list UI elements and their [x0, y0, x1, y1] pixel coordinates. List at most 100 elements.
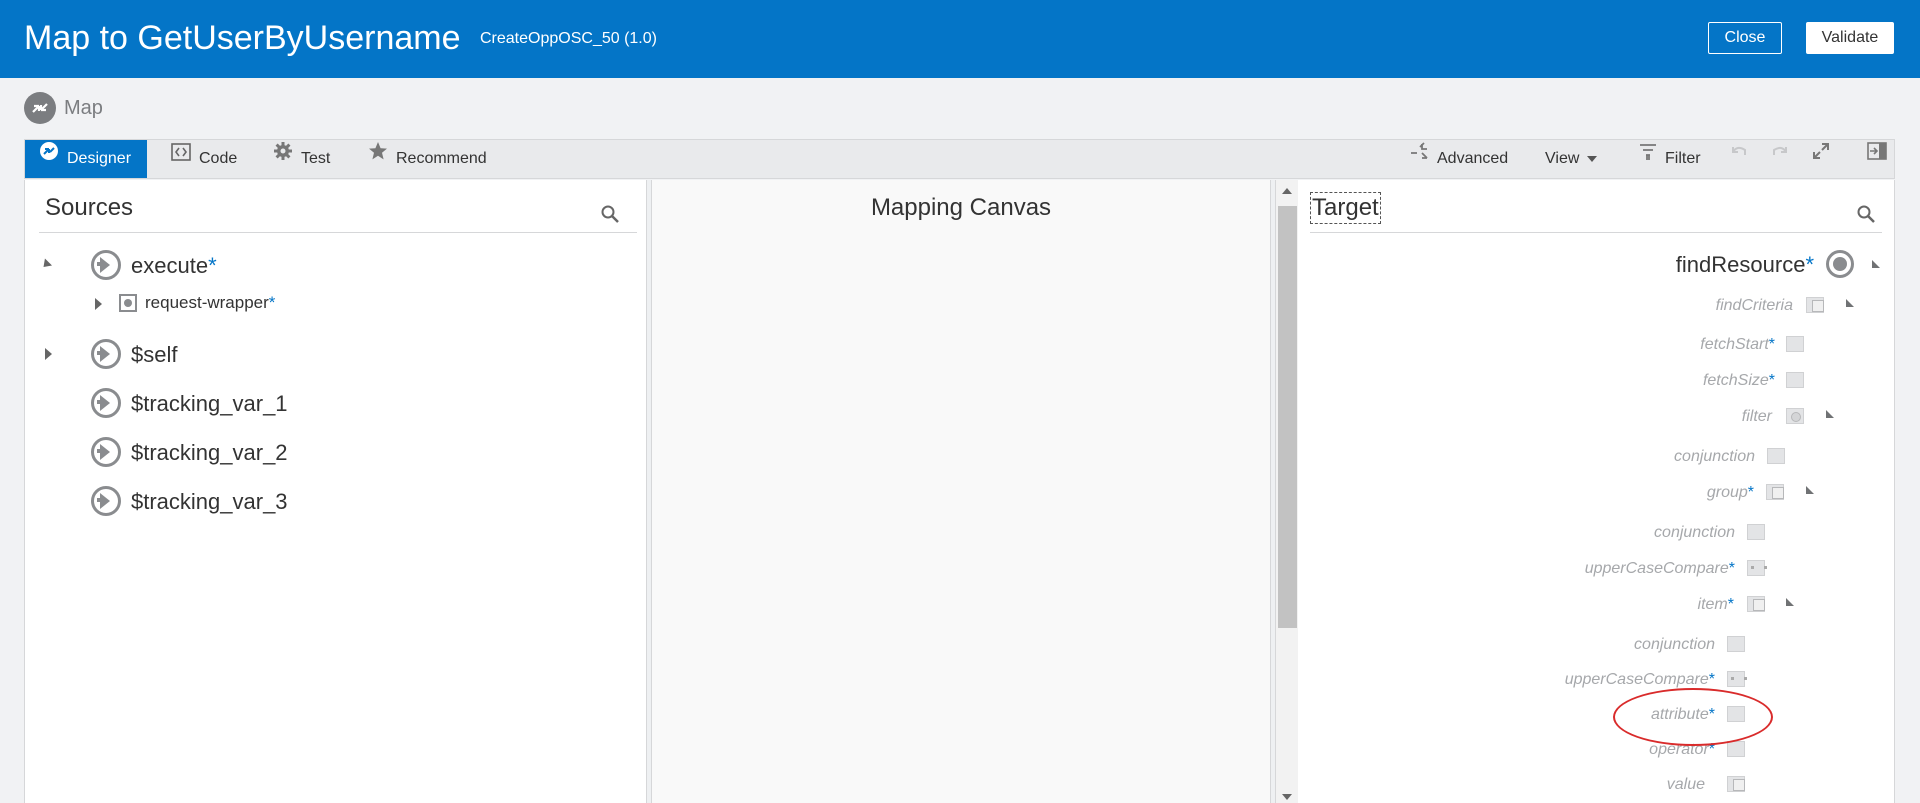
view-label: View [1545, 150, 1580, 167]
validate-button[interactable]: Validate [1806, 22, 1894, 54]
target-item-group[interactable]: group* [1297, 484, 1894, 508]
target-item-conjunction[interactable]: conjunction [1297, 636, 1894, 660]
tab-test[interactable]: Test [273, 140, 330, 178]
toolbar: Designer Code Test Recommend Advanced Vi… [24, 139, 1895, 179]
boolean-type-icon [1727, 671, 1747, 687]
canvas-scrollbar[interactable] [1276, 180, 1298, 803]
view-menu[interactable]: View [1545, 140, 1598, 178]
source-label-tracking-var-2: $tracking_var_2 [131, 440, 288, 465]
string-type-icon [1727, 636, 1745, 652]
target-item-label: fetchSize* [1703, 372, 1775, 390]
target-item-attribute[interactable]: attribute* [1297, 706, 1894, 730]
gear-icon [273, 138, 293, 176]
search-icon[interactable] [600, 204, 620, 229]
required-marker: * [1768, 336, 1775, 353]
target-item-label: group* [1707, 484, 1754, 502]
scroll-thumb[interactable] [1278, 206, 1297, 628]
element-icon [91, 486, 121, 516]
target-label-conjunction: conjunction [1634, 636, 1715, 653]
complex-type-icon [1806, 297, 1824, 313]
target-item-filter[interactable]: filter [1297, 408, 1894, 432]
scroll-up-icon[interactable] [1282, 188, 1292, 194]
target-item-operator[interactable]: operator* [1297, 741, 1894, 765]
target-title: Target [1310, 192, 1381, 224]
canvas-title: Mapping Canvas [870, 194, 1052, 221]
undo-icon [1729, 138, 1749, 176]
target-item-uppercasecompare[interactable]: upperCaseCompare* [1297, 671, 1894, 695]
redo-button[interactable] [1770, 140, 1798, 178]
collapse-icon[interactable] [39, 258, 53, 271]
required-marker: * [208, 253, 217, 278]
tab-designer[interactable]: Designer [25, 140, 148, 178]
target-item-fetchstart[interactable]: fetchStart* [1297, 336, 1894, 360]
chevron-down-icon [1587, 155, 1598, 162]
element-icon [91, 388, 121, 418]
target-item-conjunction[interactable]: conjunction [1297, 524, 1894, 548]
highlight-ellipse [1613, 688, 1773, 746]
element-icon [91, 437, 121, 467]
panel-toggle-button[interactable] [1867, 140, 1895, 178]
undo-button[interactable] [1729, 140, 1757, 178]
source-item-self[interactable]: $self [41, 339, 441, 369]
target-label-fetchstart: fetchStart [1700, 336, 1769, 353]
required-marker: * [1708, 671, 1715, 688]
source-item-tracking-var-2[interactable]: $tracking_var_2 [41, 437, 441, 467]
tab-code[interactable]: Code [171, 140, 237, 178]
target-item-findcriteria[interactable]: findCriteria [1297, 297, 1894, 321]
mapping-canvas[interactable]: Mapping Canvas [652, 180, 1270, 803]
scroll-down-icon[interactable] [1282, 794, 1292, 800]
source-label-tracking-var-3: $tracking_var_3 [131, 489, 288, 514]
collapse-icon[interactable] [1846, 299, 1854, 307]
target-panel: Target findResource* findCriteria fetchS… [1298, 180, 1895, 803]
target-label-findcriteria: findCriteria [1715, 297, 1793, 314]
target-item-label: upperCaseCompare* [1565, 671, 1715, 689]
target-label-fetchsize: fetchSize [1702, 372, 1769, 389]
close-button[interactable]: Close [1708, 22, 1782, 54]
target-label-conjunction: conjunction [1674, 448, 1755, 465]
tab-recommend[interactable]: Recommend [368, 140, 487, 178]
collapse-icon[interactable] [1786, 598, 1794, 606]
source-item-label: execute* [131, 253, 217, 279]
filter-icon [1639, 138, 1657, 176]
advanced-button[interactable]: Advanced [1409, 140, 1508, 178]
attribute-icon [119, 294, 137, 312]
element-type-icon [1786, 408, 1804, 424]
collapse-icon[interactable] [1872, 260, 1880, 268]
target-label-value: value [1666, 776, 1705, 793]
target-label-findresource: findResource [1675, 252, 1806, 277]
target-item-label: item* [1698, 596, 1734, 614]
required-marker: * [1747, 484, 1754, 501]
expand-button[interactable] [1811, 140, 1839, 178]
source-item-tracking-var-1[interactable]: $tracking_var_1 [41, 388, 441, 418]
source-item-request-wrapper[interactable]: request-wrapper* [69, 288, 469, 318]
target-divider [1310, 232, 1882, 233]
target-item-fetchsize[interactable]: fetchSize* [1297, 372, 1894, 396]
filter-button[interactable]: Filter [1639, 140, 1701, 178]
root-element-icon [1826, 250, 1854, 278]
target-item-item[interactable]: item* [1297, 596, 1894, 620]
boolean-type-icon [1747, 560, 1767, 576]
target-label-filter: filter [1741, 408, 1772, 425]
search-icon[interactable] [1856, 204, 1876, 229]
source-item-tracking-var-3[interactable]: $tracking_var_3 [41, 486, 441, 516]
target-label-group: group [1706, 484, 1748, 501]
source-label-tracking-var-1: $tracking_var_1 [131, 391, 288, 416]
target-item-findresource[interactable]: findResource* [1297, 250, 1894, 278]
string-type-icon [1786, 372, 1804, 388]
string-type-icon [1767, 448, 1785, 464]
expand-icon[interactable] [95, 298, 102, 310]
tab-designer-label: Designer [67, 150, 132, 168]
collapse-icon[interactable] [1826, 410, 1834, 418]
panel-toggle-icon [1867, 138, 1887, 176]
target-item-value[interactable]: value [1297, 776, 1894, 800]
required-marker: * [1805, 252, 1814, 277]
target-item-uppercasecompare[interactable]: upperCaseCompare* [1297, 560, 1894, 584]
target-label-uppercasecompare: upperCaseCompare [1564, 671, 1709, 688]
target-item-conjunction[interactable]: conjunction [1297, 448, 1894, 472]
source-item-label: request-wrapper* [145, 293, 275, 313]
complex-type-icon [1766, 484, 1784, 500]
collapse-icon[interactable] [1806, 486, 1814, 494]
expand-icon[interactable] [45, 348, 52, 360]
advanced-icon [1409, 138, 1429, 176]
source-item-execute[interactable]: execute* [39, 250, 441, 280]
